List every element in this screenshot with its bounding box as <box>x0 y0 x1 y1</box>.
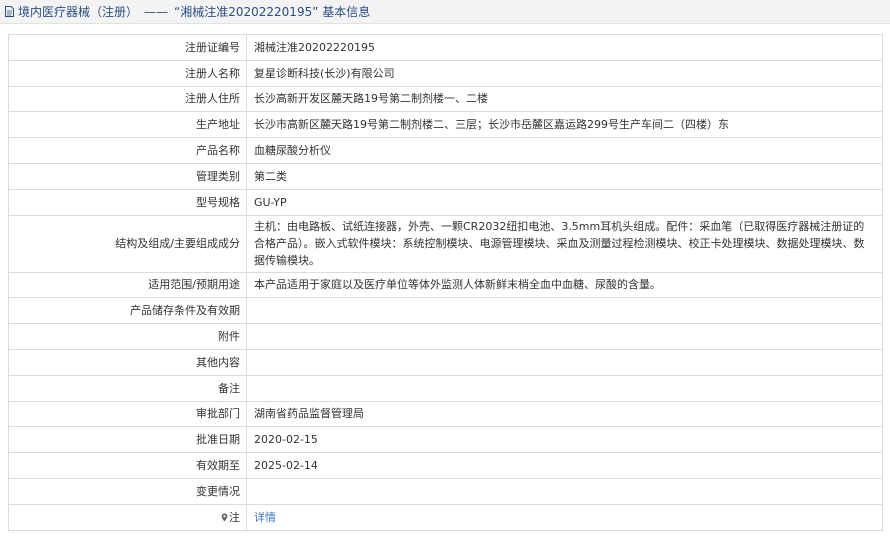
row-value: 详情 <box>246 503 883 531</box>
row-label: 产品储存条件及有效期 <box>8 297 247 325</box>
note-label: 注 <box>229 510 240 524</box>
table-row: 变更情况 <box>8 477 883 505</box>
row-label: 审批部门 <box>8 400 247 428</box>
row-label: 生产地址 <box>8 111 247 139</box>
device-info-table: 注册证编号 湘械注准20202220195 注册人名称 复星诊断科技(长沙)有限… <box>8 34 883 531</box>
note-label-cell: 注 <box>8 503 247 531</box>
table-row: 批准日期 2020-02-15 <box>8 426 883 454</box>
table-row: 注册人住所 长沙高新开发区麓天路19号第二制剂楼一、二楼 <box>8 85 883 113</box>
table-row: 产品储存条件及有效期 <box>8 297 883 325</box>
row-label: 变更情况 <box>8 477 247 505</box>
row-label: 注册证编号 <box>8 34 247 61</box>
row-label: 管理类别 <box>8 162 247 190</box>
page-title: “湘械注准20202220195” 基本信息 <box>174 5 371 19</box>
row-value: GU-YP <box>246 188 883 216</box>
row-value: 第二类 <box>246 162 883 190</box>
row-value: 2025-02-14 <box>246 452 883 479</box>
title-separator: —— <box>144 4 169 19</box>
row-label: 注册人名称 <box>8 59 247 87</box>
table-row: 其他内容 <box>8 348 883 376</box>
row-value: 湖南省药品监督管理局 <box>246 400 883 428</box>
table-row: 注册人名称 复星诊断科技(长沙)有限公司 <box>8 59 883 87</box>
row-value <box>246 297 883 325</box>
section-title: 境内医疗器械（注册） <box>18 5 139 19</box>
table-row: 管理类别 第二类 <box>8 162 883 190</box>
row-label: 批准日期 <box>8 426 247 454</box>
row-value <box>246 323 883 350</box>
table-row: 生产地址 长沙市高新区麓天路19号第二制剂楼二、三层；长沙市岳麓区嘉运路299号… <box>8 111 883 139</box>
row-value: 本产品适用于家庭以及医疗单位等体外监测人体新鲜末梢全血中血糖、尿酸的含量。 <box>246 271 883 299</box>
row-label: 产品名称 <box>8 137 247 164</box>
row-label: 有效期至 <box>8 452 247 479</box>
page-header: 境内医疗器械（注册） —— “湘械注准20202220195” 基本信息 <box>0 0 890 24</box>
row-label: 其他内容 <box>8 348 247 376</box>
row-value <box>246 477 883 505</box>
row-value: 长沙高新开发区麓天路19号第二制剂楼一、二楼 <box>246 85 883 113</box>
table-row: 注册证编号 湘械注准20202220195 <box>8 34 883 61</box>
row-value <box>246 374 883 402</box>
row-value: 主机：由电路板、试纸连接器，外壳、一颗CR2032纽扣电池、3.5mm耳机头组成… <box>246 214 883 273</box>
row-label: 附件 <box>8 323 247 350</box>
document-icon <box>5 6 14 17</box>
details-link[interactable]: 详情 <box>254 511 276 524</box>
table-row: 结构及组成/主要组成成分 主机：由电路板、试纸连接器，外壳、一颗CR2032纽扣… <box>8 214 883 273</box>
table-row: 备注 <box>8 374 883 402</box>
table-row: 型号规格 GU-YP <box>8 188 883 216</box>
table-row: 注 详情 <box>8 503 883 531</box>
row-value: 长沙市高新区麓天路19号第二制剂楼二、三层；长沙市岳麓区嘉运路299号生产车间二… <box>246 111 883 139</box>
row-label: 适用范围/预期用途 <box>8 271 247 299</box>
row-value: 2020-02-15 <box>246 426 883 454</box>
row-value <box>246 348 883 376</box>
row-value: 复星诊断科技(长沙)有限公司 <box>246 59 883 87</box>
row-label: 注册人住所 <box>8 85 247 113</box>
table-row: 产品名称 血糖尿酸分析仪 <box>8 137 883 164</box>
row-label: 型号规格 <box>8 188 247 216</box>
table-row: 附件 <box>8 323 883 350</box>
row-value: 湘械注准20202220195 <box>246 34 883 61</box>
location-pin-icon <box>221 513 228 522</box>
row-value: 血糖尿酸分析仪 <box>246 137 883 164</box>
row-label: 备注 <box>8 374 247 402</box>
row-label: 结构及组成/主要组成成分 <box>8 214 247 273</box>
table-row: 适用范围/预期用途 本产品适用于家庭以及医疗单位等体外监测人体新鲜末梢全血中血糖… <box>8 271 883 299</box>
table-row: 有效期至 2025-02-14 <box>8 452 883 479</box>
table-row: 审批部门 湖南省药品监督管理局 <box>8 400 883 428</box>
